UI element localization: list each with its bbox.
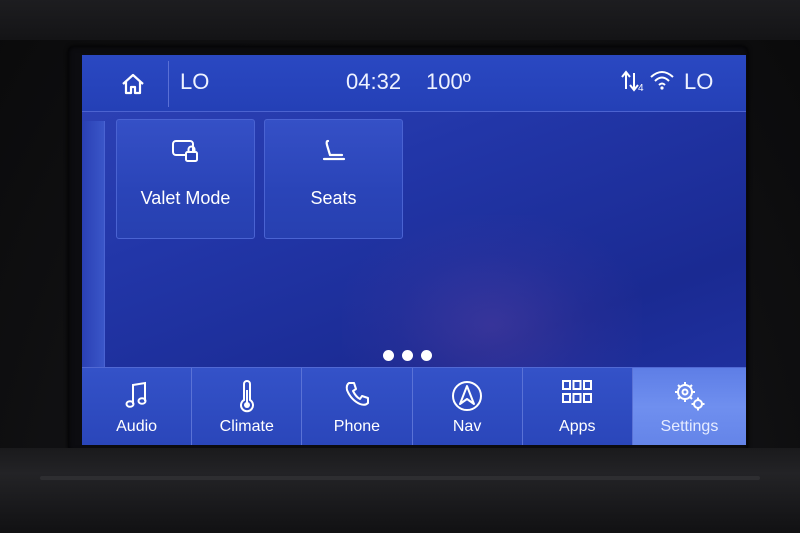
nav-settings-label: Settings [660, 418, 719, 435]
page-dot[interactable] [383, 350, 394, 361]
nav-settings[interactable]: Settings [632, 368, 746, 445]
nav-audio-label: Audio [116, 418, 158, 435]
valet-mode-tile[interactable]: Valet Mode [116, 119, 255, 239]
page-dot[interactable] [402, 350, 413, 361]
phone-icon [345, 382, 369, 406]
bottom-nav: Audio Climate Phone Nav Apps Settings [82, 367, 746, 445]
outside-temperature: 100º [426, 69, 471, 94]
nav-audio[interactable]: Audio [82, 368, 193, 445]
page-dot[interactable] [421, 350, 432, 361]
grid-icon [562, 380, 593, 403]
dashboard-bezel-bottom [0, 448, 800, 533]
data-transfer-icon: 4 [621, 70, 644, 94]
left-fan-level[interactable]: LO [180, 69, 209, 95]
gear-icon [675, 382, 705, 411]
wifi-icon [650, 71, 674, 90]
home-button[interactable] [98, 61, 169, 107]
infotainment-screen: LO 04:32 100º 4 LO Valet Mode Seats Audi… [82, 55, 746, 445]
seats-label: Seats [310, 188, 357, 208]
home-icon [122, 73, 144, 95]
valet-mode-label: Valet Mode [140, 188, 231, 208]
compass-arrow-icon [452, 381, 483, 411]
status-bar: LO 04:32 100º 4 LO [82, 55, 746, 112]
previous-page-tile[interactable] [82, 121, 105, 371]
thermometer-icon [239, 380, 254, 413]
right-fan-level[interactable]: LO [684, 69, 713, 95]
nav-apps[interactable]: Apps [523, 368, 633, 445]
page-indicator [383, 350, 432, 361]
nav-phone[interactable]: Phone [302, 368, 413, 445]
svg-text:4: 4 [638, 83, 644, 94]
nav-climate[interactable]: Climate [192, 368, 303, 445]
music-note-icon [125, 381, 147, 408]
nav-climate-label: Climate [219, 418, 274, 435]
clock-time: 04:32 [346, 69, 402, 94]
seats-tile[interactable]: Seats [264, 119, 403, 239]
bezel-edge [40, 476, 760, 480]
nav-apps-label: Apps [559, 418, 596, 435]
valet-lock-icon [171, 140, 198, 162]
seat-icon [322, 139, 345, 161]
nav-phone-label: Phone [333, 418, 381, 435]
nav-navigation[interactable]: Nav [413, 368, 523, 445]
dashboard-bezel-top [0, 0, 800, 40]
nav-navigation-label: Nav [452, 418, 482, 435]
